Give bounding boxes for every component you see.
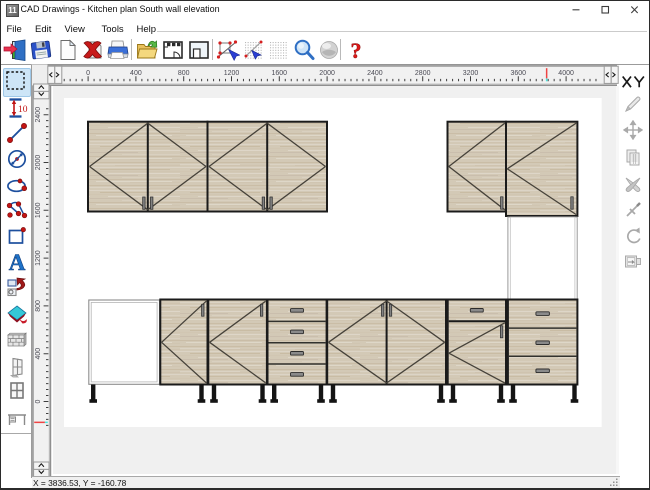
svg-text:0: 0 bbox=[35, 399, 42, 403]
svg-text:400: 400 bbox=[35, 348, 42, 360]
svg-text:2400: 2400 bbox=[35, 107, 42, 123]
svg-text:2000: 2000 bbox=[35, 155, 42, 171]
svg-text:1200: 1200 bbox=[35, 250, 42, 266]
svg-text:0: 0 bbox=[86, 70, 90, 77]
svg-text:800: 800 bbox=[35, 300, 42, 312]
svg-text:3200: 3200 bbox=[463, 70, 479, 77]
svg-text:2800: 2800 bbox=[415, 70, 431, 77]
svg-text:1200: 1200 bbox=[224, 70, 240, 77]
svg-text:800: 800 bbox=[178, 70, 190, 77]
svg-text:?: ? bbox=[351, 38, 362, 62]
svg-text:2400: 2400 bbox=[367, 70, 383, 77]
svg-text:4000: 4000 bbox=[558, 70, 574, 77]
svg-text:400: 400 bbox=[130, 70, 142, 77]
svg-text:3600: 3600 bbox=[511, 70, 527, 77]
svg-text:10: 10 bbox=[18, 105, 28, 115]
svg-text:A: A bbox=[9, 250, 26, 274]
svg-text:2000: 2000 bbox=[319, 70, 335, 77]
svg-text:1600: 1600 bbox=[272, 70, 288, 77]
svg-text:1600: 1600 bbox=[35, 202, 42, 218]
